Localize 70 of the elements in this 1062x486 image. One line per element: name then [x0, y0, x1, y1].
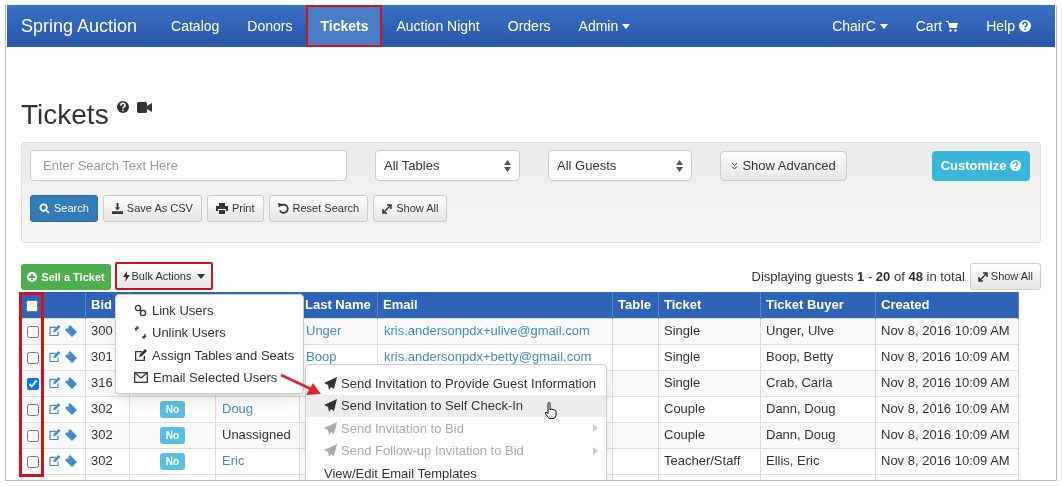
table-cell: Nov 8, 2016 10:09 AM — [881, 375, 1010, 391]
table-cell: Ellis, Eric — [766, 453, 820, 469]
table-cell: Dann, Doug — [766, 427, 836, 443]
table-cell: 301 — [91, 349, 113, 365]
menu-item[interactable]: Link Users — [116, 299, 303, 322]
column-header[interactable]: Created — [881, 297, 930, 312]
table-cell: Crab, Carla — [766, 375, 833, 391]
column-header[interactable]: Bid — [91, 297, 112, 312]
menu-item: Send Follow-up Invitation to Bid — [306, 439, 606, 462]
nav-link[interactable]: ChairC — [818, 15, 902, 37]
guest-select[interactable]: All Guests — [548, 150, 692, 181]
table-cell: Nov 8, 2016 10:09 AM — [881, 453, 1010, 469]
column-header[interactable]: Ticket Buyer — [766, 297, 844, 312]
search-field[interactable]: Enter Search Text Here — [30, 150, 347, 181]
table-cell: Single — [664, 375, 701, 391]
toolbar-button[interactable]: Search — [30, 195, 98, 222]
bulk-actions-button[interactable]: Bulk Actions — [115, 262, 213, 290]
table-cell: Nov 8, 2016 10:09 AM — [881, 427, 1010, 443]
table-cell: Unger, Ulve — [766, 323, 834, 339]
nav-tab[interactable]: Tickets — [306, 5, 383, 47]
menu-item[interactable]: Send Invitation to Self Check-In — [306, 394, 606, 417]
nav-link[interactable]: Help — [972, 15, 1045, 37]
table-cell: Couple — [664, 401, 706, 417]
nav-tab[interactable]: Orders — [493, 5, 565, 47]
menu-item[interactable]: Unlink Users — [116, 321, 303, 344]
table-cell: Single — [664, 349, 701, 365]
toolbar-button[interactable]: Print — [206, 195, 264, 222]
nav-tab[interactable]: Auction Night — [382, 5, 494, 47]
nav-tab[interactable]: Donors — [233, 5, 307, 47]
select-value: All Guests — [557, 156, 617, 175]
column-header[interactable]: Ticket — [664, 297, 702, 312]
table-cell: 316 — [91, 375, 113, 391]
table-cell: Dann, Doug — [766, 401, 836, 417]
show-advanced-button[interactable]: Show Advanced — [720, 150, 847, 181]
nav-tab[interactable]: Catalog — [157, 5, 234, 47]
table-cell: Boop, Betty — [766, 349, 834, 365]
menu-item[interactable]: View/Edit Email Templates — [306, 462, 606, 480]
table-cell: 302 — [91, 401, 113, 417]
table-cell: Nov 8, 2016 10:09 AM — [881, 401, 1010, 417]
show-all-button[interactable]: Show All — [969, 263, 1041, 290]
table-cell: Couple — [664, 427, 706, 443]
table-cell: Teacher/Staff — [664, 453, 741, 469]
menu-item[interactable]: Email Selected Users — [116, 366, 303, 389]
status-badge: No — [159, 453, 186, 471]
column-header[interactable]: Table — [618, 297, 651, 312]
nav-link[interactable]: Cart — [901, 15, 973, 37]
table-cell: 302 — [91, 427, 113, 443]
toolbar-button[interactable]: Save As CSV — [102, 195, 202, 222]
table-select[interactable]: All Tables — [375, 150, 520, 181]
select-value: All Tables — [384, 156, 440, 175]
table-cell: Single — [664, 323, 701, 339]
status-badge: No — [159, 427, 186, 445]
table-cell: Nov 8, 2016 10:09 AM — [881, 323, 1010, 339]
status-badge: No — [159, 401, 186, 419]
brand-link[interactable]: Spring Auction — [21, 12, 138, 40]
first-name: Unassigned — [222, 427, 291, 443]
menu-item: Send Invitation to Bid — [306, 417, 606, 440]
nav-tab[interactable]: Admin — [564, 5, 645, 47]
toolbar-button[interactable]: Show All — [373, 195, 448, 222]
column-header[interactable]: Email — [383, 297, 418, 312]
table-cell: Nov 8, 2016 10:09 AM — [881, 349, 1010, 365]
table-cell: 302 — [91, 453, 113, 469]
table-cell: 300 — [91, 323, 113, 339]
menu-item[interactable]: Send Invitation to Provide Guest Information — [306, 372, 606, 395]
menu-item[interactable]: Assign Tables and Seats — [116, 344, 303, 367]
first-name-link[interactable]: Eric — [222, 453, 245, 469]
toolbar-button[interactable]: Reset Search — [268, 195, 369, 222]
page-title: Tickets — [21, 99, 109, 131]
column-header[interactable]: Last Name — [305, 297, 371, 312]
results-summary: Displaying guests 1 - 20 of 48 in total — [751, 267, 965, 286]
